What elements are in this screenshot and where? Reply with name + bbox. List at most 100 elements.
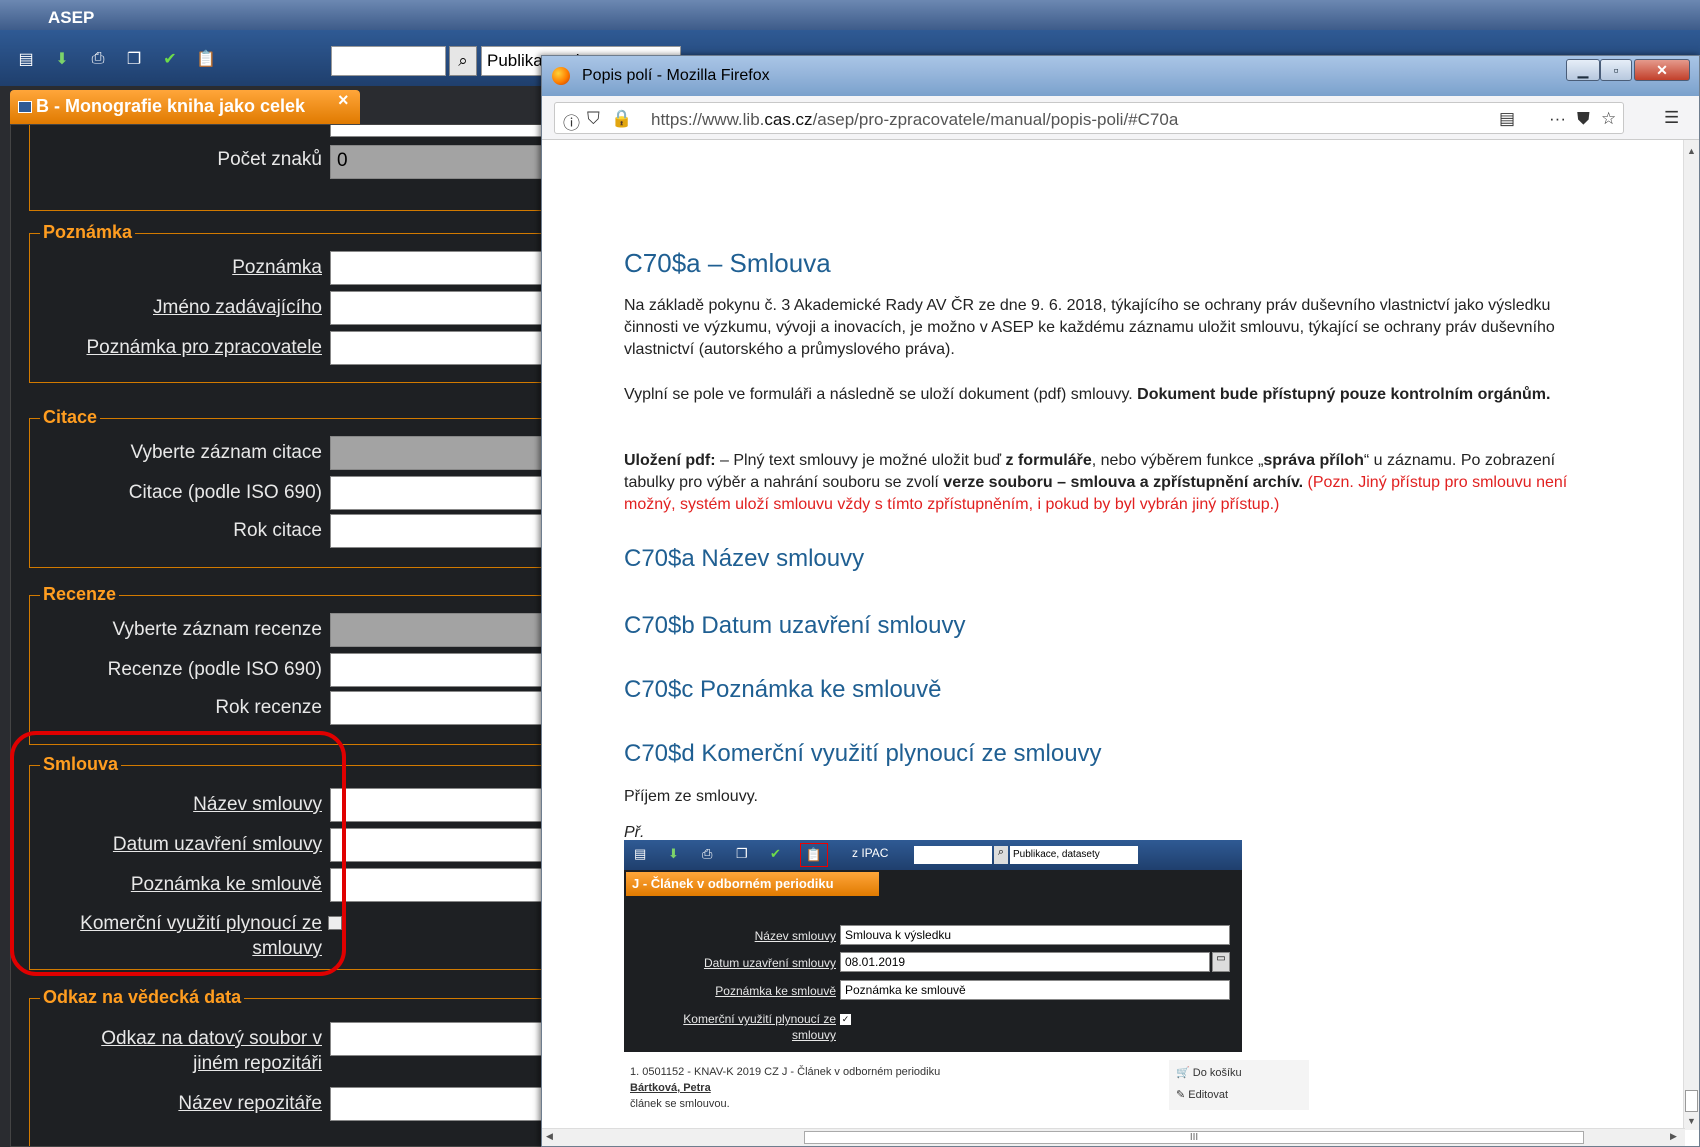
search-input[interactable]	[331, 46, 446, 76]
pencil-icon: ✎	[1176, 1089, 1186, 1101]
document-icon	[18, 101, 32, 114]
result-author: Bártková, Petra	[630, 1082, 711, 1094]
citace-iso-label: Citace (podle ISO 690)	[128, 482, 322, 503]
app-title: ASEP	[0, 0, 1700, 30]
bookmark-star-icon[interactable]: ☆	[1601, 109, 1616, 129]
rok-citace-input[interactable]	[330, 514, 569, 548]
minimize-button[interactable]: ▁	[1566, 59, 1600, 81]
vyberte-citace-input[interactable]	[330, 436, 569, 470]
nazev-smlouvy-input[interactable]	[330, 788, 569, 822]
horizontal-scrollbar[interactable]: ◀ III ▶	[542, 1128, 1685, 1146]
url-text[interactable]: https://www.lib.cas.cz/asep/pro-zpracova…	[651, 110, 1178, 130]
download-icon[interactable]: ⬇	[52, 50, 72, 68]
hscroll-thumb[interactable]: III	[804, 1131, 1584, 1144]
firefox-logo-icon	[552, 67, 570, 85]
copy-icon[interactable]: ❐	[124, 50, 144, 68]
print-icon[interactable]: ⎙	[88, 50, 108, 68]
pocket-icon[interactable]: ⛊	[1577, 109, 1590, 129]
scroll-down-icon[interactable]: ▼	[1687, 1116, 1696, 1126]
shield-icon[interactable]: ⛉	[587, 109, 600, 129]
scroll-thumb[interactable]	[1685, 1090, 1698, 1112]
paragraph-intro: Na základě pokynu č. 3 Akademické Rady A…	[624, 297, 1555, 358]
tab-label: B - Monografie kniha jako celek	[36, 96, 306, 116]
heading-nazev-smlouvy: C70$a Název smlouvy	[624, 545, 865, 572]
poznamka-label[interactable]: Poznámka	[232, 256, 322, 280]
example-search-input	[914, 846, 992, 864]
fieldset-title: Odkaz na vědecká data	[40, 987, 245, 1008]
scroll-right-icon[interactable]: ▶	[1670, 1131, 1677, 1142]
url-field[interactable]: ⓘ ⛉ 🔒 https://www.lib.cas.cz/asep/pro-zp…	[554, 102, 1624, 134]
edit-action: ✎ Editovat	[1176, 1089, 1229, 1101]
odkaz-datovy-soubor-input[interactable]	[330, 1022, 569, 1056]
example-komercni-label: Komerční využití plynoucí ze	[683, 1012, 836, 1026]
poznamka-ke-smlouve-input[interactable]	[330, 868, 569, 902]
print-icon: ⎙	[702, 846, 713, 861]
menu-icon[interactable]: ☰	[1664, 108, 1679, 128]
heading-poznamka-ke-smlouve: C70$c Poznámka ke smlouvě	[624, 676, 942, 703]
example-nazev-input: Smlouva k výsledku	[840, 925, 1230, 945]
datum-uzavreni-input[interactable]	[330, 828, 569, 862]
odkaz-datovy-soubor-label-2[interactable]: jiném repozitáři	[193, 1052, 322, 1076]
recenze-iso-input[interactable]	[330, 653, 569, 687]
paragraph-ulozeni: Uložení pdf: – Plný text smlouvy je možn…	[624, 452, 1568, 513]
reader-view-icon[interactable]: ▤	[1499, 109, 1515, 129]
fieldset-poznamka: Poznámka Poznámka Jméno zadávajícího Poz…	[29, 222, 569, 383]
example-komercni-label-2: smlouvy	[791, 1028, 836, 1042]
jmeno-zadavajiciho-input[interactable]	[330, 291, 569, 325]
poznamka-input[interactable]	[330, 251, 569, 285]
poznamka-pro-zpracovatele-input[interactable]	[330, 331, 569, 365]
calendar-icon: ▭	[1212, 952, 1230, 972]
vertical-scrollbar[interactable]: ▲ ▼	[1683, 140, 1699, 1130]
heading-datum-uzavreni: C70$b Datum uzavření smlouvy	[624, 612, 966, 639]
heading-c70a-smlouva: C70$a – Smlouva	[624, 248, 831, 278]
tab-monografie[interactable]: B - Monografie kniha jako celek ×	[10, 90, 360, 124]
example-screenshot: ▤ ⬇ ⎙ ❐ ✔ 📋 z IPAC ⌕ Publikace, datasety…	[624, 840, 1242, 1052]
copy-icon: ❐	[736, 846, 748, 861]
nazev-repozitare-label[interactable]: Název repozitáře	[178, 1092, 322, 1116]
clipboard-icon[interactable]: 📋	[196, 50, 216, 68]
citace-iso-input[interactable]	[330, 476, 569, 510]
example-poznamka-label: Poznámka ke smlouvě	[715, 984, 836, 998]
vyberte-recenze-label: Vyberte záznam recenze	[112, 619, 322, 640]
cart-action: 🛒 Do košíku	[1176, 1067, 1242, 1079]
search-icon: ⌕	[994, 846, 1008, 864]
jmeno-zadavajiciho-label[interactable]: Jméno zadávajícího	[153, 296, 322, 320]
check-icon[interactable]: ✔	[160, 50, 180, 68]
example-datum-label: Datum uzavření smlouvy	[703, 956, 836, 970]
list-icon[interactable]: ▤	[16, 50, 36, 68]
close-icon[interactable]: ×	[338, 90, 349, 111]
cart-icon: 🛒	[1176, 1067, 1190, 1079]
recenze-iso-label: Recenze (podle ISO 690)	[107, 659, 322, 680]
nazev-repozitare-input[interactable]	[330, 1087, 569, 1121]
scroll-up-icon[interactable]: ▲	[1687, 146, 1696, 156]
navigation-bar: ⓘ ⛉ 🔒 https://www.lib.cas.cz/asep/pro-zp…	[542, 96, 1699, 140]
close-window-button[interactable]: ✕	[1634, 59, 1690, 81]
poznamka-pro-zpracovatele-label[interactable]: Poznámka pro zpracovatele	[86, 336, 322, 360]
pocet-znaku-field: 0	[330, 145, 569, 179]
fieldset-odkaz: Odkaz na vědecká data Odkaz na datový so…	[29, 987, 569, 1146]
heading-komercni-vyuziti: C70$d Komerční využití plynoucí ze smlou…	[624, 740, 1102, 767]
maximize-button[interactable]: ▫	[1600, 59, 1632, 81]
record-form: Počet znaků 0 Poznámka Poznámka Jméno za…	[10, 124, 570, 1147]
rok-recenze-input[interactable]	[330, 691, 569, 725]
vyberte-citace-label: Vyberte záznam citace	[130, 442, 323, 463]
page-actions-icon[interactable]: ···	[1549, 109, 1566, 129]
example-checkbox-checked: ✓	[840, 1014, 851, 1025]
info-icon[interactable]: ⓘ	[563, 109, 580, 134]
scroll-left-icon[interactable]: ◀	[546, 1131, 553, 1142]
fieldset-title: Citace	[40, 407, 101, 428]
firefox-titlebar: Popis polí - Mozilla Firefox ▁ ▫ ✕	[542, 56, 1699, 96]
vyberte-recenze-input[interactable]	[330, 613, 569, 647]
lock-icon[interactable]: 🔒	[611, 109, 632, 129]
odkaz-datovy-soubor-label[interactable]: Odkaz na datový soubor v	[101, 1027, 322, 1051]
rok-citace-label: Rok citace	[233, 520, 322, 541]
fieldset-title: Recenze	[40, 584, 120, 605]
fieldset-citace: Citace Vyberte záznam citace Citace (pod…	[29, 407, 569, 568]
paragraph-vyplni: Vyplní se pole ve formuláři a následně s…	[624, 386, 1551, 403]
paragraph-prijem: Příjem ze smlouvy.	[624, 788, 758, 805]
search-icon[interactable]: ⌕	[449, 46, 477, 76]
clipboard-icon: 📋	[800, 843, 828, 867]
smlouva-highlight	[10, 731, 346, 976]
previous-field-input[interactable]	[330, 125, 569, 137]
fieldset-recenze: Recenze Vyberte záznam recenze Recenze (…	[29, 584, 569, 745]
